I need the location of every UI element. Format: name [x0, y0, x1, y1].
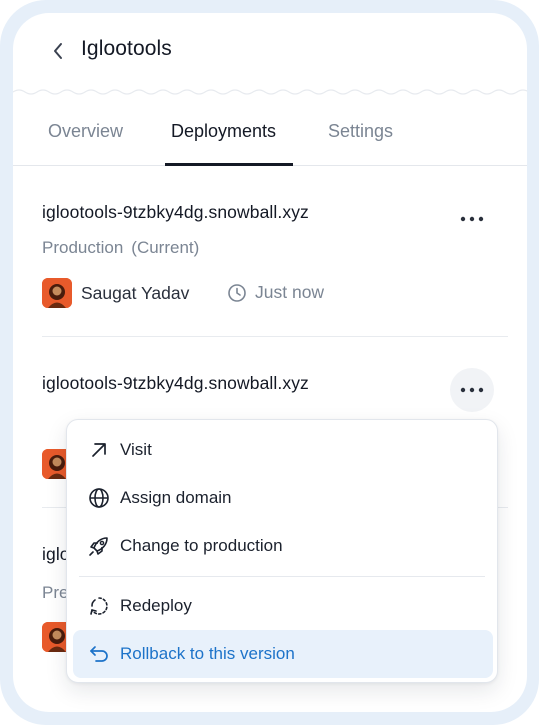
more-options-button[interactable]	[450, 197, 494, 241]
menu-item-label: Rollback to this version	[120, 644, 295, 663]
rocket-icon	[89, 537, 108, 556]
more-horizontal-icon	[460, 216, 484, 222]
header-wavy-divider	[13, 89, 527, 95]
device-frame: Iglootools Overview Deployments Settings…	[0, 0, 539, 725]
menu-item-redeploy[interactable]: Redeploy	[73, 582, 493, 630]
menu-divider	[79, 576, 485, 577]
menu-item-label: Redeploy	[120, 596, 192, 615]
rollback-icon	[90, 646, 108, 662]
back-button[interactable]	[47, 39, 69, 63]
tab-bar: Overview Deployments Settings	[13, 105, 527, 166]
tab-settings[interactable]: Settings	[328, 121, 393, 142]
deployment-url[interactable]: iglootools-9tzbky4dg.snowball.xyz	[42, 373, 309, 394]
deployment-url[interactable]: iglootools-9tzbky4dg.snowball.xyz	[42, 202, 309, 223]
deployment-author: Saugat Yadav	[81, 283, 190, 303]
deployment-time: Just now	[227, 282, 324, 303]
chevron-left-icon	[54, 43, 62, 59]
app-header: Iglootools	[13, 13, 527, 95]
tab-overview[interactable]: Overview	[48, 121, 123, 142]
deployment-actions-menu: Visit Assign domain Change to production	[66, 419, 498, 683]
menu-item-label: Change to production	[120, 536, 283, 555]
deployment-environment: Production (Current)	[42, 238, 199, 258]
globe-icon	[89, 488, 109, 508]
clock-icon	[228, 283, 246, 302]
deployment-environment: Pre	[42, 583, 69, 602]
avatar-image	[42, 278, 72, 308]
time-label: Just now	[255, 282, 325, 302]
menu-item-change-to-production[interactable]: Change to production	[73, 522, 493, 570]
arrow-up-right-icon	[92, 443, 106, 457]
redeploy-icon	[90, 597, 108, 615]
more-options-button[interactable]	[450, 368, 494, 412]
divider	[42, 336, 508, 337]
menu-item-rollback[interactable]: Rollback to this version	[73, 630, 493, 678]
more-horizontal-icon	[460, 387, 484, 393]
avatar	[42, 278, 72, 308]
menu-item-assign-domain[interactable]: Assign domain	[73, 474, 493, 522]
menu-item-label: Assign domain	[120, 488, 232, 507]
tab-deployments[interactable]: Deployments	[171, 121, 276, 142]
page-title: Iglootools	[81, 37, 172, 60]
active-tab-indicator	[165, 163, 293, 166]
menu-item-visit[interactable]: Visit	[73, 426, 493, 474]
current-badge: (Current)	[131, 238, 200, 257]
environment-label: Production	[42, 238, 124, 257]
app-screen: Iglootools Overview Deployments Settings…	[13, 13, 527, 712]
menu-item-label: Visit	[120, 440, 152, 459]
